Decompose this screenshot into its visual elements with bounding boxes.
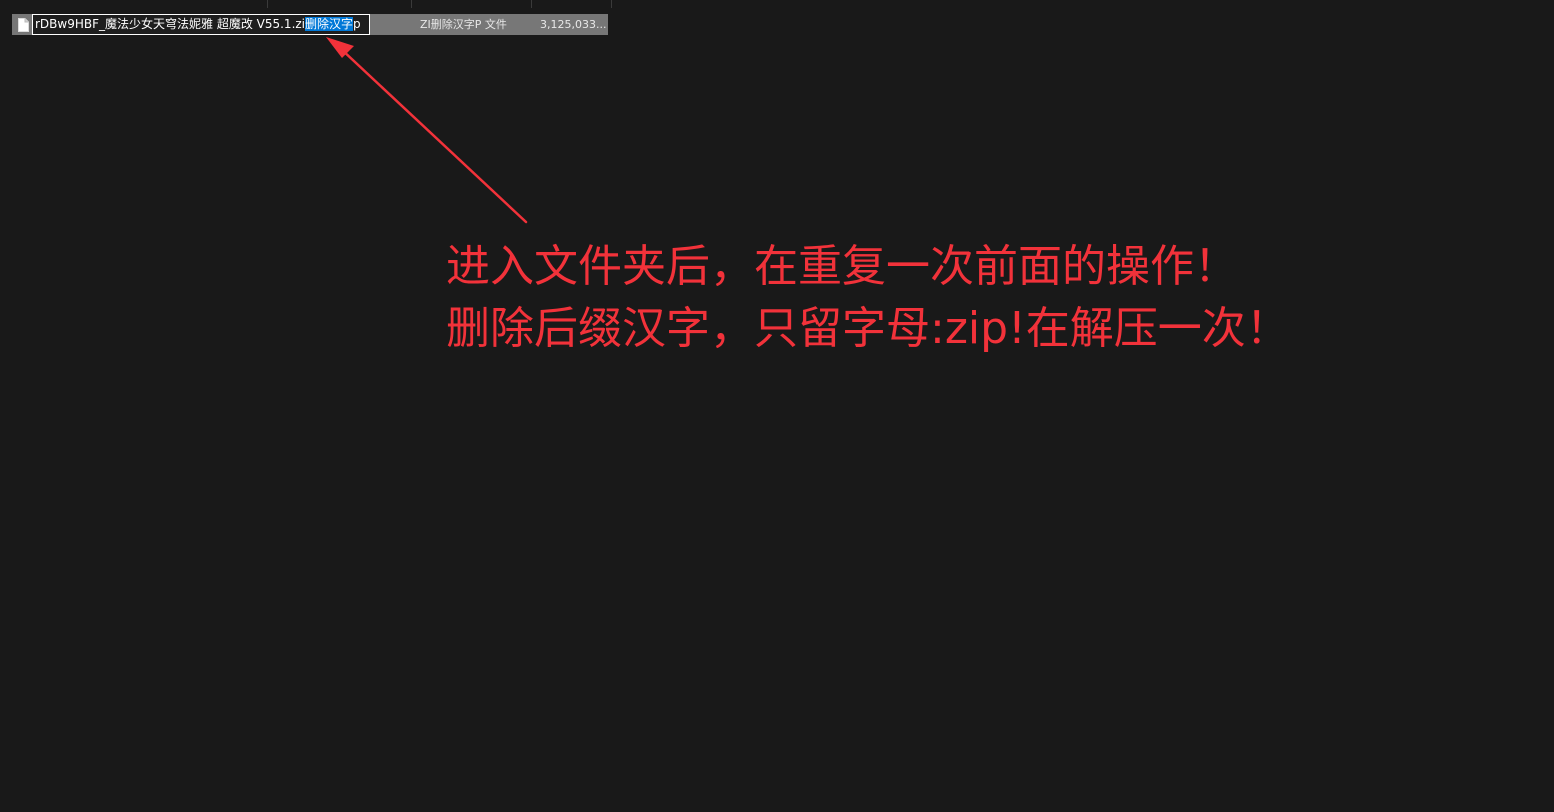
annotation-text: 进入文件夹后，在重复一次前面的操作！ 删除后缀汉字，只留字母:zip!在解压一次… (446, 236, 1290, 360)
file-icon (18, 17, 29, 32)
column-header-dividers (0, 0, 620, 8)
file-size: 3,125,033... (540, 18, 607, 31)
column-divider[interactable] (611, 0, 612, 8)
rename-input[interactable]: rDBw9HBF_魔法少女天穹法妮雅 超魔改 V55.1.zi删除汉字p (32, 14, 370, 35)
column-divider[interactable] (267, 0, 268, 8)
filename-selected-text[interactable]: 删除汉字 (305, 17, 354, 31)
column-divider[interactable] (531, 0, 532, 8)
column-divider[interactable] (411, 0, 412, 8)
filename-prefix: rDBw9HBF_魔法少女天穹法妮雅 超魔改 V55.1.zi (35, 17, 306, 31)
annotation-arrow (326, 37, 528, 224)
file-row[interactable]: rDBw9HBF_魔法少女天穹法妮雅 超魔改 V55.1.zi删除汉字p ZI删… (12, 14, 608, 35)
annotation-line-2: 删除后缀汉字，只留字母:zip!在解压一次！ (446, 303, 1290, 354)
explorer-view: rDBw9HBF_魔法少女天穹法妮雅 超魔改 V55.1.zi删除汉字p ZI删… (0, 0, 1554, 812)
filename-suffix: p (353, 17, 361, 31)
file-type: ZI删除汉字P 文件 (420, 18, 507, 31)
annotation-line-1: 进入文件夹后，在重复一次前面的操作！ (446, 241, 1238, 292)
